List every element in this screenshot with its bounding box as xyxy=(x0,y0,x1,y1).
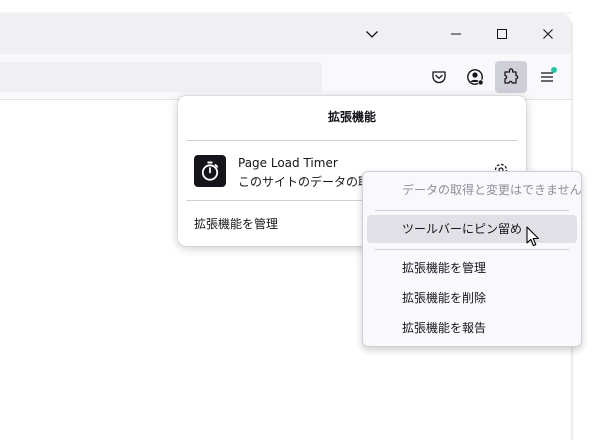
pocket-button[interactable] xyxy=(423,61,455,93)
menu-item-report-extension[interactable]: 拡張機能を報告 xyxy=(367,314,577,342)
maximize-button[interactable] xyxy=(479,14,525,54)
close-icon xyxy=(543,29,553,39)
account-button[interactable] xyxy=(459,61,491,93)
menu-separator xyxy=(375,249,569,250)
menu-separator xyxy=(375,210,569,211)
menu-item-manage-extension[interactable]: 拡張機能を管理 xyxy=(367,254,577,282)
navigation-toolbar xyxy=(0,54,571,100)
app-menu-button[interactable] xyxy=(531,61,563,93)
extension-context-menu: データの取得と変更はできません ツールバーにピン留め 拡張機能を管理 拡張機能を… xyxy=(362,171,582,347)
manage-extensions-link[interactable]: 拡張機能を管理 xyxy=(194,215,278,232)
extensions-button[interactable] xyxy=(495,61,527,93)
menu-item-pin-to-toolbar[interactable]: ツールバーにピン留め xyxy=(367,215,577,243)
extension-name[interactable]: Page Load Timer xyxy=(238,156,338,170)
panel-title: 拡張機能 xyxy=(327,110,376,124)
stopwatch-icon xyxy=(201,161,219,181)
menu-item-access-info: データの取得と変更はできません xyxy=(402,183,582,197)
extension-description: このサイトのデータの取得と変更はできません xyxy=(238,175,368,189)
panel-divider xyxy=(186,140,518,141)
arrow-cursor xyxy=(526,226,539,247)
maximize-icon xyxy=(497,29,507,39)
minimize-icon xyxy=(451,33,461,35)
list-all-tabs-button[interactable] xyxy=(349,14,395,54)
update-badge xyxy=(551,67,557,73)
url-bar[interactable] xyxy=(0,62,322,92)
extension-icon[interactable] xyxy=(194,155,226,187)
chevron-down-icon xyxy=(366,31,378,38)
titlebar xyxy=(0,14,571,54)
minimize-button[interactable] xyxy=(433,14,479,54)
account-icon xyxy=(467,69,484,86)
close-button[interactable] xyxy=(525,14,571,54)
puzzle-icon xyxy=(504,68,519,84)
pocket-icon xyxy=(432,71,446,84)
menu-item-remove-extension[interactable]: 拡張機能を削除 xyxy=(367,284,577,312)
